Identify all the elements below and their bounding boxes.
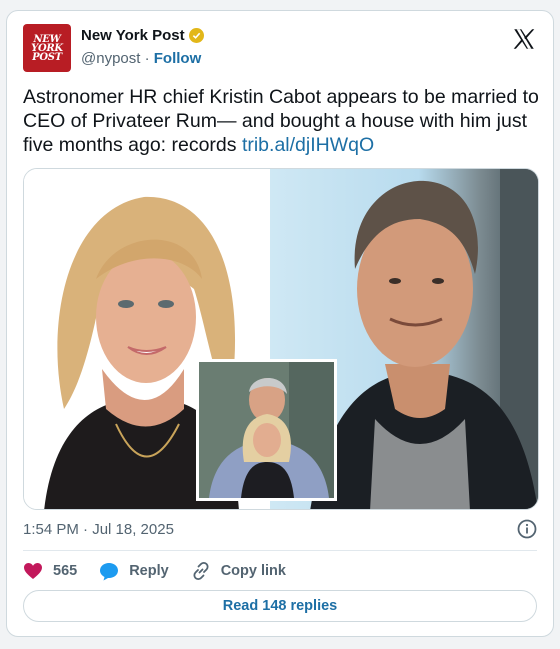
separator-dot: ·	[140, 50, 154, 67]
tweet-media[interactable]	[23, 168, 539, 510]
copy-link-label: Copy link	[220, 563, 286, 579]
link-icon	[193, 561, 209, 581]
tweet-timestamp[interactable]: 1:54 PM · Jul 18, 2025	[23, 521, 174, 538]
info-icon[interactable]	[517, 519, 537, 539]
read-replies-label: Read 148 replies	[222, 598, 338, 614]
verified-badge-icon	[188, 28, 204, 43]
tweet-text: Astronomer HR chief Kristin Cabot appear…	[23, 85, 543, 157]
tweet-link[interactable]: trib.al/djIHWqO	[242, 134, 374, 156]
divider	[23, 550, 537, 551]
account-name-line: New York Post	[81, 27, 204, 44]
read-replies-button[interactable]: Read 148 replies	[23, 590, 537, 622]
reply-label: Reply	[129, 563, 169, 579]
copy-link-button[interactable]: Copy link	[191, 561, 286, 581]
speech-bubble-icon	[100, 562, 119, 580]
like-count: 565	[53, 563, 78, 579]
account-name[interactable]: New York Post	[81, 27, 185, 44]
x-logo-icon[interactable]	[511, 26, 537, 52]
like-button[interactable]: 565	[23, 562, 77, 580]
avatar-text-line: POST	[32, 51, 62, 63]
avatar[interactable]: NEW YORK POST	[23, 24, 71, 72]
inset-couple-photo	[196, 359, 337, 501]
heart-icon	[24, 563, 42, 579]
tweet-actions: 565 Reply Copy link	[23, 561, 308, 581]
follow-button[interactable]: Follow	[154, 50, 202, 67]
account-handle[interactable]: @nypost	[81, 50, 140, 67]
tweet-header: NEW YORK POST New York Post @nypost · Fo…	[23, 24, 537, 72]
tweet-card: NEW YORK POST New York Post @nypost · Fo…	[6, 10, 554, 637]
reply-button[interactable]: Reply	[99, 562, 169, 581]
account-handle-line: @nypost · Follow	[81, 50, 201, 67]
